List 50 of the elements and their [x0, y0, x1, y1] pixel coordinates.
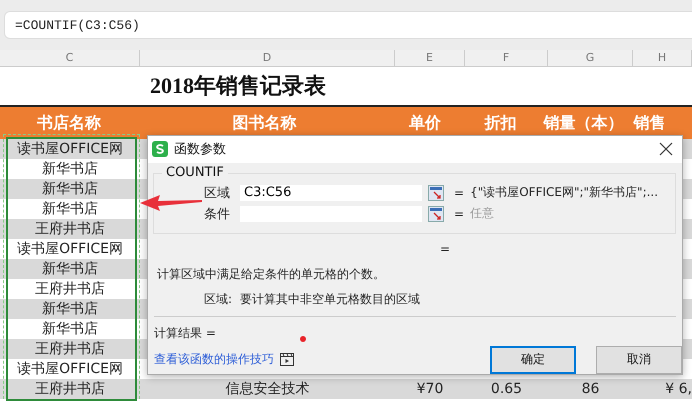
argument-label: 条件	[204, 206, 231, 223]
table-cell-text: 新华书店	[42, 200, 98, 219]
column-letter[interactable]: F	[465, 50, 548, 66]
column-header: 书店名称	[0, 107, 138, 139]
column-letter[interactable]: E	[395, 50, 465, 66]
dialog-title: 函数参数	[174, 141, 227, 158]
close-button[interactable]	[658, 141, 674, 158]
dialog-button[interactable]: 确定	[490, 346, 576, 374]
argument-label: 区域	[204, 184, 231, 202]
column-letter[interactable]: G	[548, 50, 633, 66]
column-letter[interactable]: H	[633, 50, 692, 66]
dialog-button[interactable]: 取消	[596, 346, 682, 374]
table-cell-text: 新华书店	[42, 260, 98, 279]
equals-sign: =	[454, 186, 464, 200]
argument-result: {"读书屋OFFICE网";"新华书店";...	[470, 184, 658, 202]
table-cell-text: 信息安全技术	[226, 380, 310, 399]
pointer-arrow	[140, 194, 202, 212]
table-cell-text: 新华书店	[42, 160, 98, 179]
table-cell-text: 读书屋OFFICE网	[17, 360, 123, 379]
table-cell-text: ¥ 6,	[665, 380, 692, 399]
column-letter[interactable]: C	[0, 50, 140, 66]
formula-field[interactable]: =COUNTIF(C3:C56)	[4, 11, 692, 39]
table-cell-text: 王府井书店	[35, 340, 105, 359]
table-cell-text: 新华书店	[42, 180, 98, 199]
table-cell-text: 王府井书店	[35, 280, 105, 299]
argument-field[interactable]: C3:C56	[240, 184, 422, 201]
table-cell-text: 王府井书店	[35, 220, 105, 239]
notification-dot	[300, 336, 306, 342]
tips-link[interactable]: 查看该函数的操作技巧	[154, 351, 274, 368]
table-cell-text: 0.65	[490, 380, 522, 399]
video-icon[interactable]	[280, 353, 294, 366]
table-cell-text: 新华书店	[42, 300, 98, 319]
function-description: 计算区域中满足给定条件的单元格的个数。	[157, 266, 386, 283]
argument-help: 要计算其中非空单元格数目的区域	[240, 291, 420, 308]
argument-result: 任意	[470, 205, 494, 222]
argument-help-label: 区域:	[204, 291, 232, 308]
table-cell-text: 新华书店	[42, 320, 98, 339]
table-cell-text: 读书屋OFFICE网	[17, 140, 123, 159]
sheet-title: 2018年销售记录表	[150, 72, 326, 100]
equals-sign: =	[440, 242, 450, 256]
column-letter[interactable]: D	[140, 50, 395, 66]
app-logo-icon	[152, 141, 168, 158]
table-cell-text: 86	[582, 380, 600, 399]
table-cell-text: 读书屋OFFICE网	[17, 240, 123, 259]
result-label: 计算结果 =	[154, 324, 216, 342]
table-cell-text: ¥70	[416, 380, 444, 399]
table-cell-text: 王府井书店	[35, 380, 105, 399]
range-picker-icon[interactable]	[428, 184, 444, 201]
equals-sign: =	[454, 206, 464, 221]
range-picker-icon[interactable]	[428, 206, 444, 222]
